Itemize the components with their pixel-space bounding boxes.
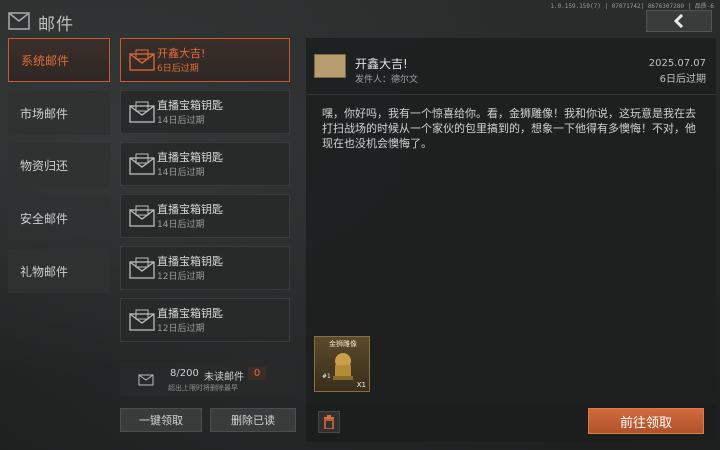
attachment-item[interactable]: 金狮雕像 #1 X1 bbox=[314, 336, 370, 392]
envelope-icon bbox=[129, 101, 155, 123]
mail-count-panel: 8/200 未读邮件 0 超出上限时将删除最早 bbox=[120, 362, 296, 396]
delete-read-button[interactable]: 删除已读 bbox=[210, 408, 296, 432]
mail-list: 开鑫大吉! 6日后过期 直播宝箱钥匙 14日后过期 直播宝箱钥匙 14日后过期 … bbox=[116, 38, 296, 354]
mail-item[interactable]: 直播宝箱钥匙 14日后过期 bbox=[120, 194, 290, 238]
back-button[interactable] bbox=[646, 10, 712, 32]
page-title: 邮件 bbox=[38, 15, 74, 35]
attachment-name: 金狮雕像 bbox=[329, 340, 357, 348]
build-info: 1.0.159.159(7) | 07071742| 8676307280 | … bbox=[550, 3, 714, 10]
mail-count: 8/200 bbox=[170, 368, 199, 379]
category-market-mail[interactable]: 市场邮件 bbox=[8, 91, 110, 135]
envelope-icon bbox=[8, 12, 30, 30]
top-bar: 邮件 1.0.159.159(7) | 07071742| 8676307280… bbox=[0, 0, 720, 38]
attachment-tag: #1 bbox=[322, 373, 331, 380]
mail-item[interactable]: 直播宝箱钥匙 14日后过期 bbox=[120, 142, 290, 186]
mail-item[interactable]: 直播宝箱钥匙 12日后过期 bbox=[120, 246, 290, 290]
envelope-icon bbox=[138, 374, 154, 386]
attachment-area: 金狮雕像 #1 X1 bbox=[306, 330, 716, 402]
mail-sender: 发件人：德尔文 bbox=[355, 75, 419, 85]
category-gift-mail[interactable]: 礼物邮件 bbox=[8, 249, 110, 293]
envelope-icon bbox=[129, 153, 155, 175]
delete-mail-button[interactable] bbox=[318, 411, 340, 433]
golden-lion-icon bbox=[333, 353, 353, 380]
go-claim-button[interactable]: 前往领取 bbox=[588, 408, 704, 434]
mail-date: 2025.07.07 bbox=[648, 58, 706, 69]
mail-expire: 6日后过期 bbox=[659, 74, 706, 85]
mail-detail-title: 开鑫大吉! bbox=[355, 57, 408, 71]
chevron-left-icon bbox=[673, 14, 684, 28]
envelope-icon bbox=[129, 257, 155, 279]
unread-count-badge: 0 bbox=[248, 367, 266, 380]
mail-body: 嘿，你好吗，我有一个惊喜给你。看，金狮雕像！我和你说，这玩意是我在去打扫战场的时… bbox=[322, 107, 696, 150]
attachment-qty: X1 bbox=[356, 381, 366, 389]
category-system-mail[interactable]: 系统邮件 bbox=[8, 38, 110, 82]
envelope-icon bbox=[129, 205, 155, 227]
sender-avatar bbox=[314, 54, 346, 78]
envelope-icon bbox=[129, 309, 155, 331]
mail-item[interactable]: 开鑫大吉! 6日后过期 bbox=[120, 38, 290, 82]
category-supply-return[interactable]: 物资归还 bbox=[8, 143, 110, 187]
mail-detail-header: 开鑫大吉! 发件人：德尔文 2025.07.07 6日后过期 bbox=[306, 38, 716, 95]
detail-footer: 前往领取 bbox=[306, 404, 716, 442]
unread-label: 未读邮件 bbox=[204, 372, 244, 383]
category-security-mail[interactable]: 安全邮件 bbox=[8, 196, 110, 240]
envelope-icon bbox=[129, 49, 155, 71]
mail-limit-note: 超出上限时将删除最早 bbox=[168, 384, 238, 392]
claim-all-button[interactable]: 一键领取 bbox=[120, 408, 202, 432]
mail-item[interactable]: 直播宝箱钥匙 14日后过期 bbox=[120, 90, 290, 134]
mail-item[interactable]: 直播宝箱钥匙 12日后过期 bbox=[120, 298, 290, 342]
trash-icon bbox=[324, 415, 334, 429]
